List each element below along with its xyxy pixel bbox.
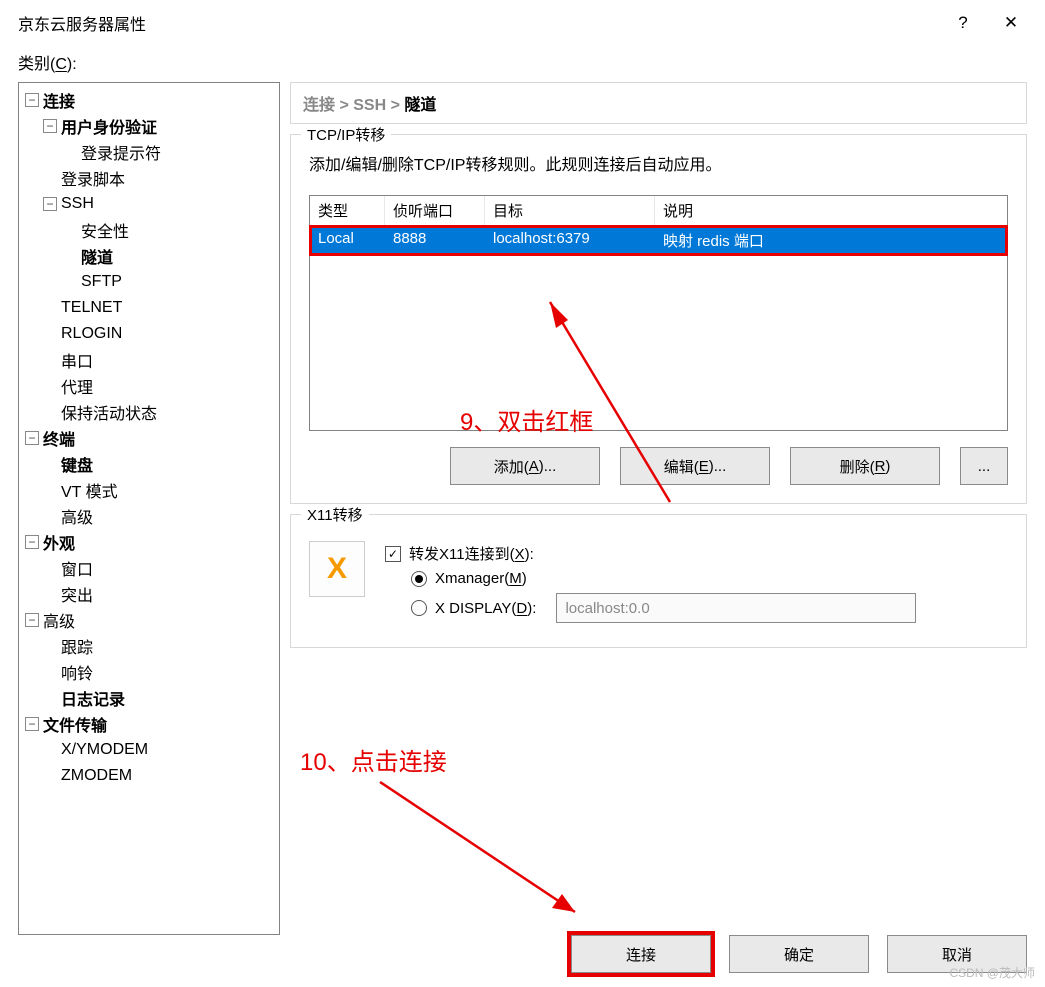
cell-type: Local <box>310 226 385 255</box>
tree-login-script[interactable]: 登录脚本 <box>61 166 125 190</box>
tree-bell[interactable]: 响铃 <box>61 660 93 684</box>
category-tree[interactable]: −连接 −用户身份验证 登录提示符 登录脚本 −SSH 安全性 隧道 SFTP … <box>18 82 280 935</box>
xdisplay-input[interactable] <box>556 593 916 623</box>
tree-file-transfer[interactable]: 文件传输 <box>43 712 107 736</box>
xdisplay-radio[interactable] <box>411 600 427 616</box>
col-desc[interactable]: 说明 <box>655 196 1007 225</box>
breadcrumb: 连接 > SSH > 隧道 <box>290 82 1027 124</box>
cell-target: localhost:6379 <box>485 226 655 255</box>
tree-keep-alive[interactable]: 保持活动状态 <box>61 400 157 424</box>
tree-vt-mode[interactable]: VT 模式 <box>61 478 118 502</box>
tree-rlogin[interactable]: RLOGIN <box>61 325 122 343</box>
list-empty-area[interactable] <box>310 255 1007 430</box>
cancel-button[interactable]: 取消 <box>887 935 1027 973</box>
dialog-footer: 连接 确定 取消 <box>0 935 1045 987</box>
more-button[interactable]: ... <box>960 447 1008 485</box>
edit-button[interactable]: 编辑(E)... <box>620 447 770 485</box>
tree-popup[interactable]: 突出 <box>61 582 93 606</box>
xdisplay-label: X DISPLAY(D): <box>435 600 536 617</box>
tree-adv-term[interactable]: 高级 <box>61 504 93 528</box>
delete-button[interactable]: 删除(R) <box>790 447 940 485</box>
cell-desc: 映射 redis 端口 <box>655 226 1007 255</box>
x11-group: X11转移 X ✓ 转发X11连接到(X): Xmanager(M) <box>290 514 1027 648</box>
tree-ssh[interactable]: SSH <box>61 195 94 213</box>
tree-keyboard[interactable]: 键盘 <box>61 452 93 476</box>
tree-trace[interactable]: 跟踪 <box>61 634 93 658</box>
tree-terminal[interactable]: 终端 <box>43 426 75 450</box>
tree-xymodem[interactable]: X/YMODEM <box>61 741 148 759</box>
dialog-title: 京东云服务器属性 <box>18 11 939 35</box>
tree-logging[interactable]: 日志记录 <box>61 686 125 710</box>
tree-serial[interactable]: 串口 <box>61 348 93 372</box>
annotation-text-10: 10、点击连接 <box>300 742 447 777</box>
close-button[interactable]: ✕ <box>987 0 1035 46</box>
connect-button[interactable]: 连接 <box>571 935 711 973</box>
forward-x11-checkbox[interactable]: ✓ <box>385 546 401 562</box>
tcp-group-title: TCP/IP转移 <box>301 124 391 145</box>
forward-x11-label: 转发X11连接到(X): <box>409 543 534 564</box>
tree-user-auth[interactable]: 用户身份验证 <box>61 114 157 138</box>
titlebar: 京东云服务器属性 ? ✕ <box>0 0 1045 46</box>
x11-group-title: X11转移 <box>301 504 369 525</box>
col-port[interactable]: 侦听端口 <box>385 196 485 225</box>
cell-port: 8888 <box>385 226 485 255</box>
tcp-group-desc: 添加/编辑/删除TCP/IP转移规则。此规则连接后自动应用。 <box>309 151 1008 175</box>
tree-window[interactable]: 窗口 <box>61 556 93 580</box>
xmanager-icon: X <box>309 541 365 597</box>
tree-telnet[interactable]: TELNET <box>61 299 122 317</box>
tree-security[interactable]: 安全性 <box>81 218 129 242</box>
tree-proxy[interactable]: 代理 <box>61 374 93 398</box>
xmanager-label: Xmanager(M) <box>435 570 527 587</box>
xmanager-radio[interactable] <box>411 571 427 587</box>
category-label: 类别(C): <box>0 46 1045 82</box>
tree-appearance[interactable]: 外观 <box>43 530 75 554</box>
tree-advanced[interactable]: 高级 <box>43 608 75 632</box>
tree-connection[interactable]: 连接 <box>43 88 75 112</box>
tree-login-prompt[interactable]: 登录提示符 <box>81 140 161 164</box>
properties-dialog: 京东云服务器属性 ? ✕ 类别(C): −连接 −用户身份验证 登录提示符 登录… <box>0 0 1045 987</box>
list-row-selected[interactable]: Local 8888 localhost:6379 映射 redis 端口 <box>310 226 1007 255</box>
tree-tunnel[interactable]: 隧道 <box>81 244 113 268</box>
col-target[interactable]: 目标 <box>485 196 655 225</box>
help-button[interactable]: ? <box>939 0 987 46</box>
tree-sftp[interactable]: SFTP <box>81 273 122 291</box>
col-type[interactable]: 类型 <box>310 196 385 225</box>
annotation-arrow-10 <box>340 772 640 942</box>
tcp-ip-group: TCP/IP转移 添加/编辑/删除TCP/IP转移规则。此规则连接后自动应用。 … <box>290 134 1027 504</box>
add-button[interactable]: 添加(A)... <box>450 447 600 485</box>
tree-zmodem[interactable]: ZMODEM <box>61 767 132 785</box>
forwarding-rules-list[interactable]: 类型 侦听端口 目标 说明 Local 8888 localhost:6379 … <box>309 195 1008 431</box>
list-header: 类型 侦听端口 目标 说明 <box>310 196 1007 226</box>
ok-button[interactable]: 确定 <box>729 935 869 973</box>
